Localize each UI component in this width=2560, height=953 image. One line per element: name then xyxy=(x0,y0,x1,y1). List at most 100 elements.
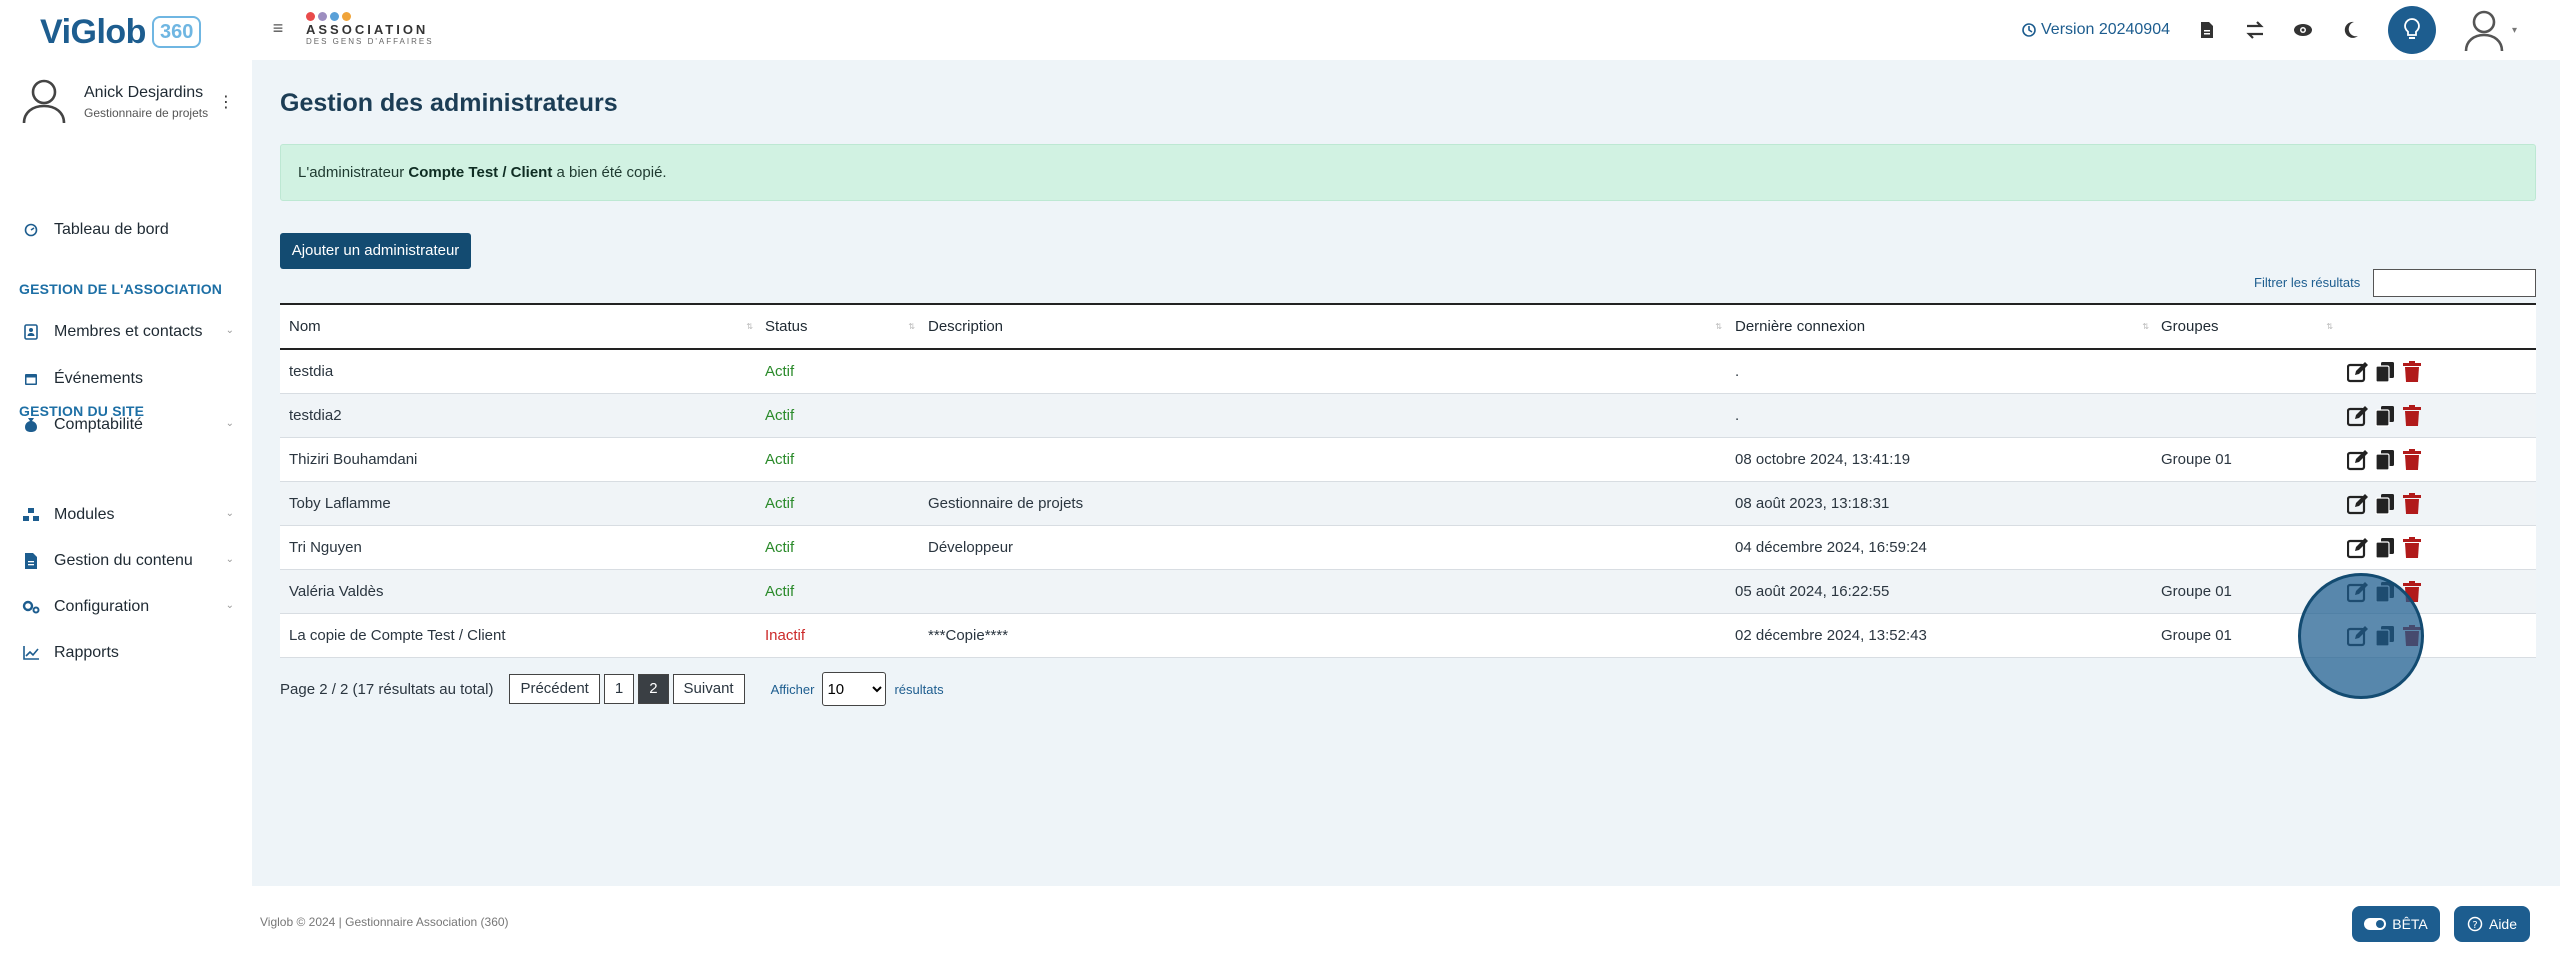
sidebar-item-events[interactable]: Événements xyxy=(22,364,242,394)
page-1-button[interactable]: 1 xyxy=(603,674,635,704)
profile-role: Gestionnaire de projets xyxy=(84,106,209,120)
trash-icon[interactable] xyxy=(2400,492,2424,516)
cell-status: Actif xyxy=(765,539,795,556)
column-header-groups[interactable]: Groupes ⇅ xyxy=(2161,305,2341,348)
eye-icon[interactable] xyxy=(2292,19,2314,41)
edit-icon[interactable] xyxy=(2346,360,2370,384)
sidebar-item-reports[interactable]: Rapports xyxy=(22,638,242,668)
table-row: Tri Nguyen Actif Développeur 04 décembre 20… xyxy=(280,526,2536,570)
version-link[interactable]: Version 20240904 xyxy=(2021,21,2170,39)
trash-icon[interactable] xyxy=(2400,448,2424,472)
column-header-description[interactable]: Description ⇅ xyxy=(928,305,1730,348)
cell-description: ***Copie**** xyxy=(928,627,1009,644)
sidebar-item-configuration[interactable]: Configuration ⌄ xyxy=(22,592,242,622)
table-row: Thiziri Bouhamdani Actif 08 octobre 2024, … xyxy=(280,438,2536,482)
copy-icon[interactable] xyxy=(2373,404,2397,428)
chevron-down-icon: ⌄ xyxy=(225,325,234,336)
row-actions xyxy=(2346,580,2424,604)
filter-input[interactable] xyxy=(2373,269,2536,297)
trash-icon[interactable] xyxy=(2400,404,2424,428)
filter-label: Filtrer les résultats xyxy=(2254,275,2361,290)
line-chart-icon xyxy=(22,644,40,662)
calendar-icon xyxy=(22,370,40,388)
edit-icon[interactable] xyxy=(2346,448,2370,472)
cell-last-login: 08 octobre 2024, 13:41:19 xyxy=(1735,451,1911,468)
sidebar-item-modules[interactable]: Modules ⌄ xyxy=(22,500,242,530)
row-actions xyxy=(2346,448,2424,472)
sidebar-item-members[interactable]: Membres et contacts ⌄ xyxy=(22,317,242,347)
beta-toggle-button[interactable]: BÊTA xyxy=(2352,906,2440,942)
previous-page-button[interactable]: Précédent xyxy=(509,674,600,704)
cell-name: Toby Laflamme xyxy=(289,495,391,512)
toggle-icon xyxy=(2364,918,2387,930)
document-icon[interactable] xyxy=(2196,19,2218,41)
lightbulb-button[interactable] xyxy=(2388,6,2436,54)
table-row: Toby Laflamme Actif Gestionnaire de projet… xyxy=(280,482,2536,526)
sidebar-item-content[interactable]: Gestion du contenu ⌄ xyxy=(22,546,242,576)
dark-mode-moon-icon[interactable] xyxy=(2340,19,2362,41)
profile-name: Anick Desjardins xyxy=(84,84,204,101)
cell-name: testdia2 xyxy=(289,407,342,424)
column-header-status[interactable]: Status ⇅ xyxy=(765,305,923,348)
cell-last-login: . xyxy=(1735,363,1740,380)
trash-icon[interactable] xyxy=(2400,360,2424,384)
sidebar-item-label: Modules xyxy=(54,506,115,523)
assoc-title: ASSOCIATION xyxy=(306,22,429,37)
menu-toggle-icon[interactable]: ≡ xyxy=(268,18,288,38)
chevron-down-icon[interactable]: ▾ xyxy=(2512,25,2522,36)
row-actions xyxy=(2346,624,2424,648)
gauge-icon xyxy=(22,221,40,239)
cell-last-login: 08 août 2023, 13:18:31 xyxy=(1735,495,1890,512)
sort-icon: ⇅ xyxy=(2142,322,2149,331)
cell-name: Valéria Valdès xyxy=(289,583,384,600)
column-header-name[interactable]: Nom ⇅ xyxy=(289,305,761,348)
cell-status: Actif xyxy=(765,407,795,424)
sidebar-item-label: Tableau de bord xyxy=(54,221,169,238)
cell-name: Thiziri Bouhamdani xyxy=(289,451,418,468)
file-icon xyxy=(22,552,40,570)
help-label: Aide xyxy=(2488,916,2518,932)
section-association: GESTION DE L'ASSOCIATION xyxy=(19,281,223,297)
contact-card-icon xyxy=(22,323,40,341)
gears-icon xyxy=(22,598,40,616)
chevron-down-icon: ⌄ xyxy=(225,418,234,429)
edit-icon[interactable] xyxy=(2346,404,2370,428)
next-page-button[interactable]: Suivant xyxy=(672,674,745,704)
help-button[interactable]: ? Aide xyxy=(2454,906,2530,942)
cell-last-login: 04 décembre 2024, 16:59:24 xyxy=(1735,539,1927,556)
row-actions xyxy=(2346,492,2424,516)
copy-icon[interactable] xyxy=(2373,360,2397,384)
viglob-logo[interactable]: ViGlob 360 xyxy=(40,12,202,52)
column-header-last-login[interactable]: Dernière connexion ⇅ xyxy=(1735,305,2157,348)
copy-icon[interactable] xyxy=(2373,448,2397,472)
page-2-button[interactable]: 2 xyxy=(638,674,669,704)
footer-text: Viglob © 2024 | Gestionnaire Association… xyxy=(260,915,509,929)
history-icon xyxy=(2022,23,2036,37)
per-page-select[interactable]: 10 xyxy=(822,672,887,706)
user-profile: Anick Desjardins Gestionnaire de projets… xyxy=(22,78,242,128)
trash-icon[interactable] xyxy=(2400,536,2424,560)
edit-icon[interactable] xyxy=(2346,624,2370,648)
sidebar-item-label: Rapports xyxy=(54,644,119,661)
pagination: Page 2 / 2 (17 résultats au total) Précé… xyxy=(280,672,944,706)
trash-icon[interactable] xyxy=(2400,624,2424,648)
edit-icon[interactable] xyxy=(2346,580,2370,604)
trash-icon[interactable] xyxy=(2400,580,2424,604)
add-admin-button[interactable]: Ajouter un administrateur xyxy=(280,233,471,269)
edit-icon[interactable] xyxy=(2346,536,2370,560)
cell-status: Actif xyxy=(765,495,795,512)
copy-icon[interactable] xyxy=(2373,492,2397,516)
admin-table: Nom ⇅ Status ⇅ Description ⇅ Dernière conne… xyxy=(280,303,2536,658)
copy-icon[interactable] xyxy=(2373,536,2397,560)
edit-icon[interactable] xyxy=(2346,492,2370,516)
copy-icon[interactable] xyxy=(2373,580,2397,604)
show-label: Afficher xyxy=(770,681,815,697)
switch-arrows-icon[interactable] xyxy=(2244,19,2266,41)
copy-icon[interactable] xyxy=(2373,624,2397,648)
lightbulb-icon xyxy=(2404,18,2420,39)
kebab-menu-icon[interactable]: ⋮ xyxy=(218,92,234,112)
user-menu-icon[interactable] xyxy=(2462,8,2506,52)
row-actions xyxy=(2346,536,2424,560)
modules-icon xyxy=(22,506,40,524)
sidebar-item-dashboard[interactable]: Tableau de bord xyxy=(22,215,242,245)
